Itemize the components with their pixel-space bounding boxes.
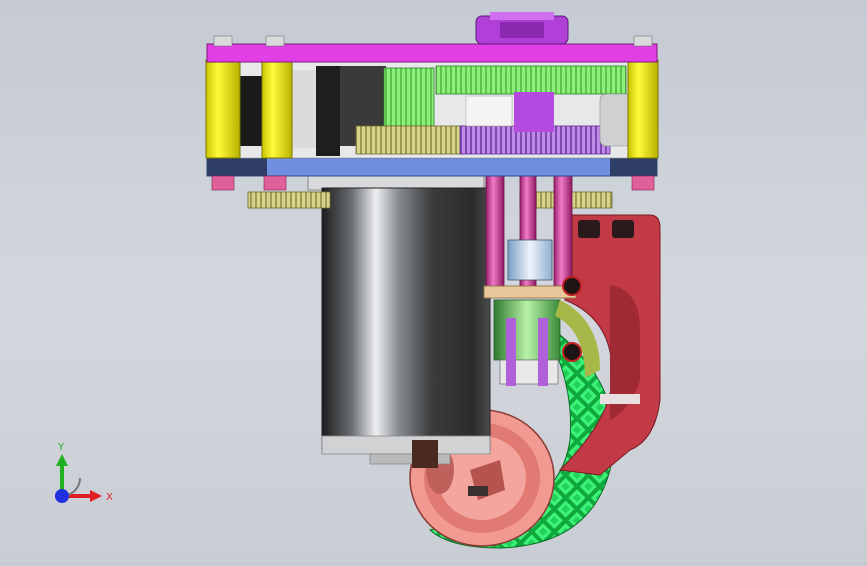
vertical-shafts: [485, 175, 573, 289]
z-axis-dot: [55, 489, 69, 503]
x-axis-label: X: [106, 492, 113, 503]
top-pulley: [475, 12, 569, 45]
assembly-model[interactable]: [0, 0, 867, 562]
output-gear-left: [247, 191, 331, 209]
cad-graphics-viewport[interactable]: Y X: [0, 0, 867, 562]
gearbox-housing: [205, 35, 659, 191]
y-axis-label: Y: [57, 442, 65, 453]
drive-motor: [307, 175, 491, 468]
orientation-triad: Y X: [55, 442, 113, 503]
